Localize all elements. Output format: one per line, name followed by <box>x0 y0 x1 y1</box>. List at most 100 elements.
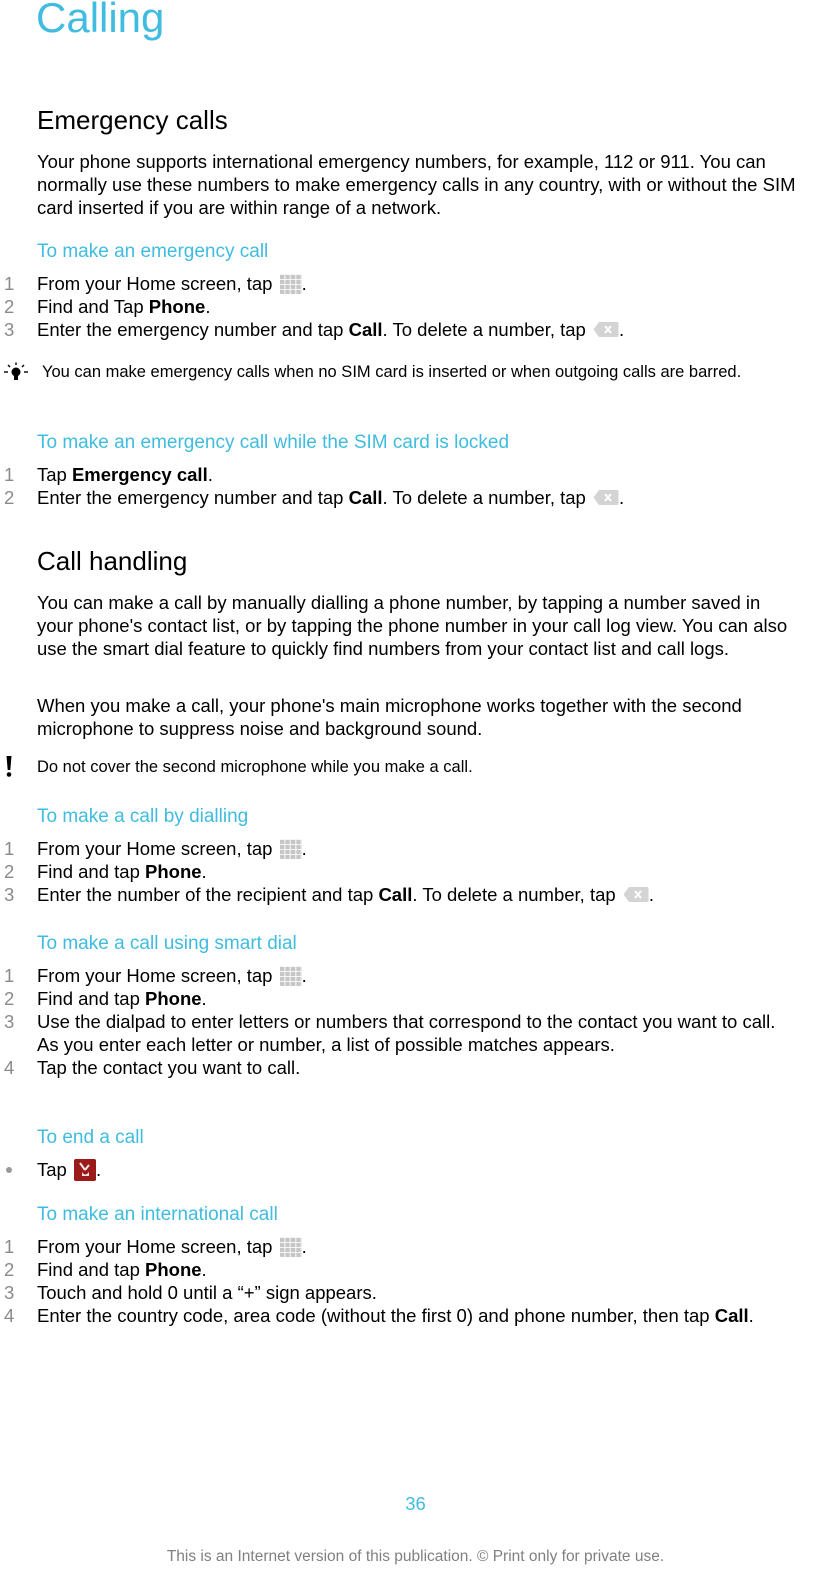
task-heading-emergency-call: To make an emergency call <box>37 241 269 262</box>
task-heading-end-call: To end a call <box>37 1127 144 1148</box>
step-text: Find and tap <box>37 861 145 882</box>
step: 3 Enter the emergency number and tap Cal… <box>0 318 777 341</box>
step-text: From your Home screen, tap <box>37 1236 278 1257</box>
step: 1 Tap Emergency call. <box>0 463 777 486</box>
footer-notice: This is an Internet version of this publ… <box>166 1548 665 1565</box>
application-grid-icon <box>279 1237 302 1257</box>
step-number: 2 <box>4 487 15 508</box>
step-number: 4 <box>4 1305 15 1326</box>
step-number: 1 <box>4 273 15 294</box>
step-text: Enter the country code, area code (witho… <box>37 1305 715 1326</box>
application-grid-icon <box>279 274 302 294</box>
step: Tap . <box>0 1158 777 1181</box>
step-text: . <box>301 838 307 859</box>
task-heading-call-by-dialling: To make a call by dialling <box>37 806 249 827</box>
section-heading-call-handling: Call handling <box>37 546 188 576</box>
delete-key-icon <box>593 322 619 337</box>
page-number: 36 <box>405 1493 426 1514</box>
ui-term-call: Call <box>348 487 383 508</box>
end-call-icon <box>73 1159 96 1181</box>
step: 1 From your Home screen, tap . <box>0 964 777 987</box>
steps-emergency-call: 1 From your Home screen, tap . 2 Find an… <box>0 272 790 341</box>
step-text: Enter the emergency number and tap <box>37 487 349 508</box>
step-text: Enter the number of the recipient and ta… <box>37 884 379 905</box>
step: 3 Use the dialpad to enter letters or nu… <box>0 1010 777 1056</box>
step-number: 1 <box>4 1236 15 1257</box>
step-text: . To delete a number, tap <box>412 884 621 905</box>
step-number: 1 <box>4 464 15 485</box>
application-grid-icon <box>279 839 302 859</box>
step-text: Tap <box>37 464 72 485</box>
tip-text: You can make emergency calls when no SIM… <box>42 363 742 381</box>
step-number: 3 <box>4 1011 15 1032</box>
step-number: 1 <box>4 838 15 859</box>
step-number: 2 <box>4 1259 15 1280</box>
emergency-intro-paragraph: Your phone supports international emerge… <box>37 151 796 218</box>
exclamation-warning-icon <box>6 756 12 777</box>
step-text: . To delete a number, tap <box>382 319 591 340</box>
step-text: Find and Tap <box>37 296 149 317</box>
step-number: 2 <box>4 988 15 1009</box>
step: 2 Find and tap Phone. <box>0 860 777 883</box>
step: 2 Find and tap Phone. <box>0 987 777 1010</box>
step-text: . <box>619 487 625 508</box>
steps-smart-dial: 1 From your Home screen, tap . 2 Find an… <box>0 964 790 1079</box>
step-text: Enter the emergency number and tap <box>37 319 349 340</box>
step-text: From your Home screen, tap <box>37 838 278 859</box>
step-number: 1 <box>4 965 15 986</box>
step-text: . <box>95 1159 102 1180</box>
step-text: . <box>205 296 211 317</box>
step-number: 4 <box>4 1057 15 1078</box>
ui-term-call: Call <box>348 319 383 340</box>
delete-key-icon <box>623 887 649 902</box>
step: 1 From your Home screen, tap . <box>0 837 777 860</box>
step-text: . <box>301 273 307 294</box>
step-text: . <box>207 464 213 485</box>
step-text: . <box>201 861 207 882</box>
step-number: 3 <box>4 1282 15 1303</box>
ui-term-emergency-call: Emergency call <box>71 464 208 485</box>
ui-term-call: Call <box>378 884 413 905</box>
steps-international-call: 1 From your Home screen, tap . 2 Find an… <box>0 1235 790 1327</box>
step-text: From your Home screen, tap <box>37 965 278 986</box>
task-heading-international-call: To make an international call <box>37 1204 278 1225</box>
lightbulb-tip-icon <box>4 362 28 380</box>
step-number: 3 <box>4 884 15 905</box>
step-text: . <box>619 319 625 340</box>
step-text: Find and tap <box>37 988 145 1009</box>
step-text: From your Home screen, tap <box>37 273 278 294</box>
step-text: . <box>201 988 207 1009</box>
step-text: Touch and hold 0 until a “+” sign appear… <box>37 1282 377 1303</box>
step-text: Tap the contact you want to call. <box>37 1057 301 1078</box>
step-text: Tap <box>37 1159 72 1180</box>
ui-term-call: Call <box>714 1305 749 1326</box>
step: 1 From your Home screen, tap . <box>0 1235 777 1258</box>
task-heading-emergency-call-sim-locked: To make an emergency call while the SIM … <box>37 432 510 453</box>
ui-term-phone: Phone <box>145 1259 202 1280</box>
call-handling-paragraph-1: You can make a call by manually dialling… <box>37 592 788 659</box>
application-grid-icon <box>279 966 302 986</box>
step-number: 2 <box>4 861 15 882</box>
ui-term-phone: Phone <box>148 296 206 317</box>
ui-term-phone: Phone <box>145 988 202 1009</box>
step: 2 Find and Tap Phone. <box>0 295 777 318</box>
step-text: Find and tap <box>37 1259 145 1280</box>
step: 1 From your Home screen, tap . <box>0 272 777 295</box>
step: 3 Enter the number of the recipient and … <box>0 883 777 906</box>
page-title: Calling <box>36 0 165 41</box>
step-text: . To delete a number, tap <box>382 487 591 508</box>
step-text: . <box>748 1305 754 1326</box>
step-text: . <box>301 965 307 986</box>
step-text: Use the dialpad to enter letters or numb… <box>37 1011 776 1055</box>
section-heading-emergency-calls: Emergency calls <box>37 105 228 135</box>
step: 4 Tap the contact you want to call. <box>0 1056 777 1079</box>
step: 4 Enter the country code, area code (wit… <box>0 1304 777 1327</box>
steps-call-by-dialling: 1 From your Home screen, tap . 2 Find an… <box>0 837 790 906</box>
bullet <box>6 1167 12 1173</box>
task-heading-smart-dial: To make a call using smart dial <box>37 933 297 954</box>
steps-emergency-call-sim-locked: 1 Tap Emergency call. 2 Enter the emerge… <box>0 463 790 509</box>
step-text: . <box>301 1236 307 1257</box>
delete-key-icon <box>593 490 619 505</box>
step: 2 Enter the emergency number and tap Cal… <box>0 486 777 509</box>
steps-end-call: Tap . <box>0 1158 790 1181</box>
